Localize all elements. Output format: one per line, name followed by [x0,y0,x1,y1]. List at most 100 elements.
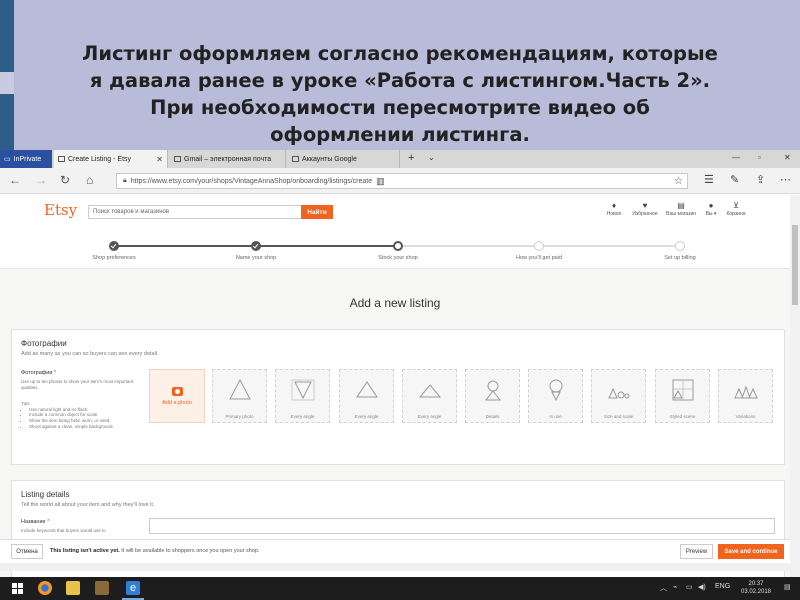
tab-gmail[interactable]: Gmail – электронная почта [170,150,286,168]
nav-bar: ← → ↻ ⌂ 🔒︎ https://www.etsy.com/your/sho… [0,168,800,194]
scroll-thumb[interactable] [792,225,798,305]
photo-slot-angle[interactable]: Every angle [275,369,330,423]
address-bar[interactable]: 🔒︎ https://www.etsy.com/your/shops/Vinta… [116,173,688,189]
triangle-down-icon [291,379,315,401]
minimize-icon[interactable]: — [732,153,740,162]
close-window-icon[interactable]: ✕ [784,153,791,162]
details-title: Listing details [21,490,70,499]
inprivate-icon: ▭ [4,156,11,163]
tray-app-icon[interactable]: ▭ [686,583,693,591]
horizontal-scrollbar[interactable] [0,563,790,571]
taskbar: e ︿ ⌁ ▭ ◀︎) ENG 20:37 03.02.2018 ▤ [0,577,800,600]
slide-title-line: При необходимости пересмотрите видео об [150,96,650,119]
refresh-icon[interactable]: ↻ [60,174,70,186]
onboarding-progress: Shop preferences Name your shop Stock yo… [0,229,790,269]
browser-window: ▭ InPrivate Create Listing - Etsy ✕ Gmai… [0,150,800,600]
photos-field-label: Фотографии * [21,370,56,376]
step-dot [251,241,261,251]
header-cart[interactable]: ⊻ Корзина [718,201,754,217]
windows-start-icon[interactable] [12,583,23,594]
photo-slot-styled[interactable]: Styled scene [655,369,710,423]
search-input[interactable]: Поиск товаров и магазинов [88,205,302,219]
vertical-scrollbar[interactable] [790,195,800,600]
etsy-logo[interactable]: Etsy [44,201,77,219]
slide-title: Листинг оформляем согласно рекомендациям… [40,40,760,148]
lock-icon: 🔒︎ [123,177,127,184]
photo-slot-label: Styled scene [669,414,696,419]
favorite-star-icon[interactable]: ☆ [674,176,683,187]
photos-field-desc: Use up to ten photos to show your item's… [21,379,134,390]
home-icon[interactable]: ⌂ [86,174,93,186]
close-tab-icon[interactable]: ✕ [156,155,163,164]
step-dot [393,241,403,251]
search-button[interactable]: Найти [301,205,333,219]
notes-icon[interactable]: ✎ [730,173,739,186]
photo-slot-label: Every angle [354,414,379,419]
web-page: Etsy Поиск товаров и магазинов Найти ♦ Но… [0,195,790,600]
more-icon[interactable]: ⋯ [780,173,791,186]
firefox-icon[interactable] [38,581,52,595]
inprivate-label: InPrivate [13,155,42,163]
page-title: Add a new listing [349,296,441,310]
share-icon[interactable]: ⇪ [756,173,765,186]
notifications-icon[interactable]: ▤ [784,583,791,591]
tab-label: Gmail – электронная почта [184,155,272,163]
page-icon [292,156,299,162]
slide-title-line: Листинг оформляем согласно рекомендациям… [82,42,718,65]
header-favorites[interactable]: ♥ Избранное [627,201,663,217]
photo-slot-angle[interactable]: Every angle [402,369,457,423]
url-text: https://www.etsy.com/your/shops/VintageA… [130,177,373,185]
chevron-down-icon[interactable]: ⌄ [428,153,435,162]
photo-slot-angle[interactable]: Every angle [339,369,394,423]
drops-icon [608,387,630,399]
header-item-label: Избранное [632,211,658,217]
favorites-hub-icon[interactable]: ☰ [704,173,714,186]
maximize-icon[interactable]: ▫ [758,153,761,162]
cancel-button[interactable]: Отмена [11,544,43,559]
app-icon[interactable] [95,581,109,595]
language-indicator[interactable]: ENG [715,583,730,590]
photos-title: Фотографии [21,339,67,348]
name-field-desc: Include keywords that buyers would use t… [21,528,106,533]
photo-slot-size[interactable]: Size and scale [591,369,646,423]
network-icon[interactable]: ⌁ [673,583,677,591]
file-explorer-icon[interactable] [66,581,80,595]
title-input[interactable] [149,518,775,534]
heart-icon: ♥ [642,201,648,210]
new-tab-icon[interactable]: + [408,152,414,164]
add-photo-label: Add a photo [162,399,192,406]
search-placeholder: Поиск товаров и магазинов [93,209,170,215]
inactive-notice: This listing isn't active yet. It will b… [50,548,260,554]
photo-slot-variations[interactable]: Variations [718,369,773,423]
time: 20:37 [748,581,764,587]
photo-slot-label: Variations [735,414,756,419]
photo-slot-label: Every angle [417,414,442,419]
photo-slot-in-use[interactable]: In use [528,369,583,423]
triangle-icon [229,378,251,400]
person-icon [549,379,563,402]
tab-create-listing[interactable]: Create Listing - Etsy ✕ [54,150,168,168]
edge-browser-icon[interactable]: e [126,581,140,595]
triangle-icon [356,381,378,398]
preview-button[interactable]: Preview [680,544,713,559]
step-dot [534,241,544,251]
forward-icon[interactable]: → [35,174,47,186]
photo-slot-primary[interactable]: Primary photo [212,369,267,423]
photos-subtitle: Add as many as you can so buyers can see… [21,351,159,357]
tab-google-accounts[interactable]: Аккаунты Google [288,150,400,168]
slide-left-strip [0,0,14,150]
tray-chevron-icon[interactable]: ︿ [660,583,667,593]
photo-slot-details[interactable]: Details [465,369,520,423]
clock[interactable]: 20:37 03.02.2018 [736,580,776,596]
back-icon[interactable]: ← [9,174,21,186]
magnifier-icon [484,380,502,401]
required-mark: * [53,370,57,376]
bottom-action-bar: Отмена This listing isn't active yet. It… [0,539,790,563]
photo-slot-label: Size and scale [603,414,634,419]
add-photo-button[interactable]: Add a photo [149,369,205,423]
save-and-continue-button[interactable]: Save and continue [718,544,784,559]
reading-view-icon[interactable]: ▥ [376,176,385,187]
volume-icon[interactable]: ◀︎) [698,583,706,591]
inprivate-badge[interactable]: ▭ InPrivate [0,150,52,168]
header-item-label: Новое [606,211,622,217]
